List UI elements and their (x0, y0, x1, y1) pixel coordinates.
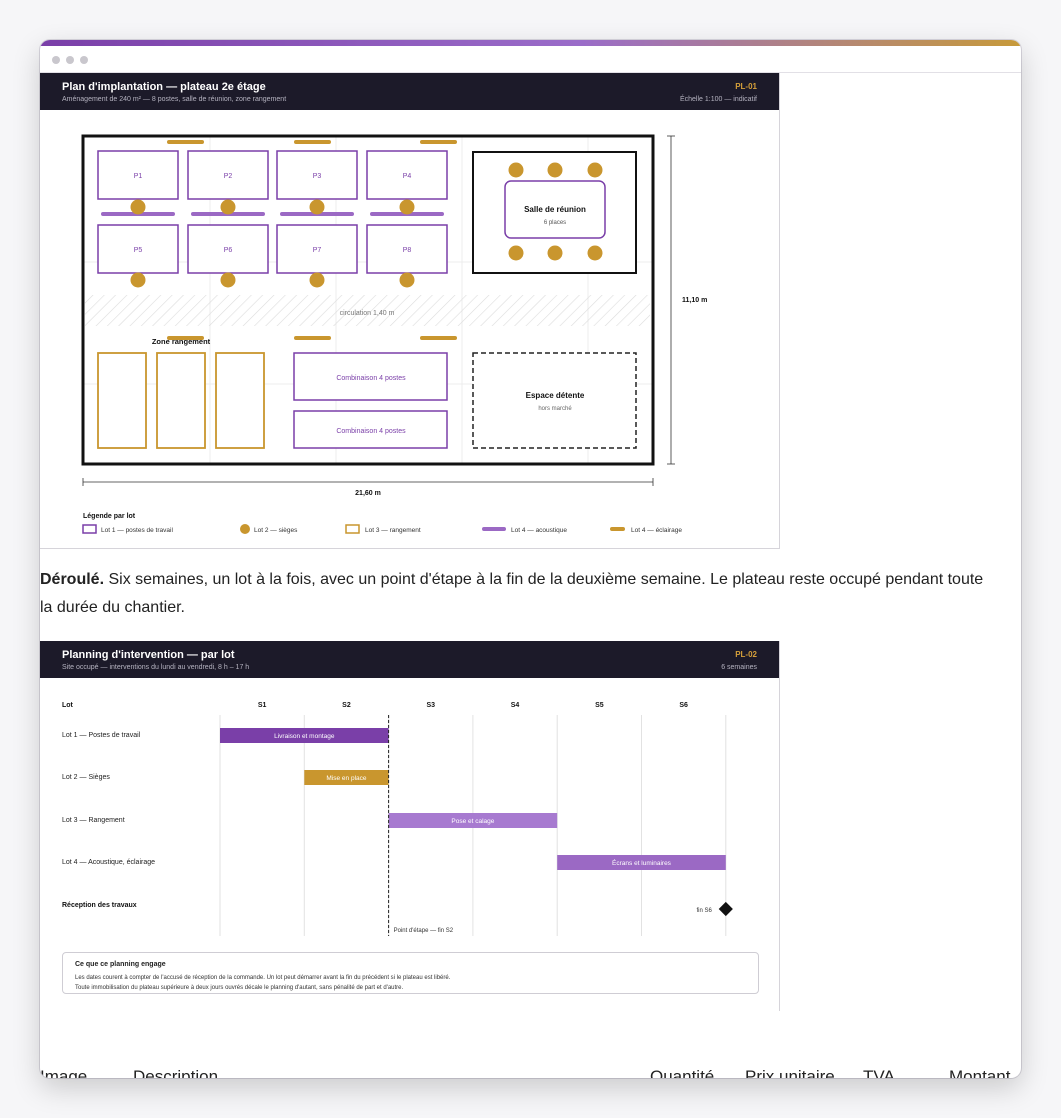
legend-lot1: Lot 1 — postes de travail (101, 527, 173, 534)
planning-title: Planning d'intervention — par lot (62, 649, 235, 661)
legend-lot4-acoustic: Lot 4 — acoustique (511, 527, 567, 534)
row-label: Lot 1 — Postes de travail (62, 732, 141, 739)
milestone-label: Point d'étape — fin S2 (394, 928, 454, 934)
row-label: Lot 4 — Acoustique, éclairage (62, 859, 155, 866)
task-label: Mise en place (326, 775, 366, 782)
reception-diamond (718, 901, 733, 917)
gantt-chart: Lot S1 S2 S3 S4 S5 S6 Lot 1 — Postes de trava… (62, 702, 733, 936)
reception-marker-label: fin S6 (696, 908, 712, 914)
row-label: Lot 2 — Sièges (62, 774, 110, 781)
plan-scale: Échelle 1:100 — indicatif (679, 96, 757, 103)
note-title: Ce que ce planning engage (75, 961, 166, 968)
minimize-dot[interactable] (66, 56, 74, 64)
plan-title: Plan d'implantation — plateau 2e étage (62, 81, 266, 93)
plan-subtitle: Aménagement de 240 m² — 8 postes, salle … (62, 96, 287, 103)
post-label: P3 (313, 173, 322, 180)
paragraph-lead: Déroulé. (40, 571, 105, 588)
week-label: S5 (595, 702, 604, 709)
plan-figure: Plan d'implantation — plateau 2e étage A… (40, 73, 780, 549)
note-line-2: Toute immobilisation du plateau supérieu… (75, 985, 404, 991)
title-bar (40, 46, 1021, 73)
post-label: P7 (313, 247, 322, 254)
planning-duration: 6 semaines (721, 664, 757, 671)
week-label: S6 (679, 702, 688, 709)
post-label: P6 (224, 247, 233, 254)
week-label: S1 (258, 702, 267, 709)
width-dimension: 21,60 m (355, 490, 381, 497)
legend-title: Légende par lot (83, 513, 136, 520)
col-quantity: Quantité (650, 1067, 715, 1078)
floor-plan-drawing: circulation 1,40 m P1 P2 P3 P4 P5 P6 P7 … (81, 134, 707, 534)
close-dot[interactable] (52, 56, 60, 64)
note-line-1: Les dates courent à compter de l'accusé … (75, 975, 451, 981)
legend-lot4-light: Lot 4 — éclairage (631, 527, 682, 534)
col-vat: TVA (863, 1067, 895, 1078)
task-label: Écrans et luminaires (612, 858, 672, 867)
col-description: Description (133, 1067, 219, 1078)
week-label: S4 (511, 702, 520, 709)
week-label: S2 (342, 702, 351, 709)
relax-title: Espace détente (526, 391, 585, 400)
reception-label: Réception des travaux (62, 902, 137, 909)
legend-lot3: Lot 3 — rangement (365, 527, 421, 534)
task-label: Livraison et montage (274, 733, 335, 740)
meeting-sub: 6 places (544, 220, 566, 226)
relax-sub: hors marché (538, 406, 572, 412)
combo-label: Combinaison 4 postes (336, 428, 406, 435)
document-content: Plan d'implantation — plateau 2e étage A… (40, 73, 1021, 1078)
col-image: Image (40, 1067, 88, 1078)
browser-window: Plan d'implantation — plateau 2e étage A… (40, 40, 1021, 1078)
height-dimension: 11,10 m (682, 297, 707, 304)
post-label: P8 (403, 247, 412, 254)
planning-header: Planning d'intervention — par lot Site o… (40, 641, 779, 678)
meeting-title: Salle de réunion (524, 205, 586, 214)
combo-label: Combinaison 4 postes (336, 375, 406, 382)
post-label: P1 (134, 173, 143, 180)
col-unit-price: Prix unitaire (745, 1067, 835, 1078)
planning-note: Ce que ce planning engage Les dates cour… (62, 952, 759, 994)
post-label: P4 (403, 173, 412, 180)
plan-code: PL-01 (735, 82, 757, 91)
planning-subtitle: Site occupé — interventions du lundi au … (62, 664, 250, 671)
col-amount: Montant (949, 1067, 1011, 1078)
post-label: P5 (134, 247, 143, 254)
maximize-dot[interactable] (80, 56, 88, 64)
post-label: P2 (224, 173, 233, 180)
schedule-paragraph: Déroulé. Six semaines, un lot à la fois,… (40, 566, 1000, 622)
planning-code: PL-02 (735, 650, 757, 659)
paragraph-text: Six semaines, un lot à la fois, avec un … (40, 571, 984, 616)
relax-zone (472, 352, 637, 449)
legend-lot2: Lot 2 — sièges (254, 527, 298, 534)
task-label: Pose et calage (451, 818, 494, 825)
row-label: Lot 3 — Rangement (62, 817, 125, 824)
storage-label: Zone rangement (152, 337, 211, 346)
planning-figure: Planning d'intervention — par lot Site o… (40, 641, 780, 1011)
week-label: S3 (426, 702, 435, 709)
circulation-label: circulation 1,40 m (340, 310, 395, 317)
plan-header: Plan d'implantation — plateau 2e étage A… (40, 73, 779, 110)
lot-column-header: Lot (62, 702, 74, 709)
